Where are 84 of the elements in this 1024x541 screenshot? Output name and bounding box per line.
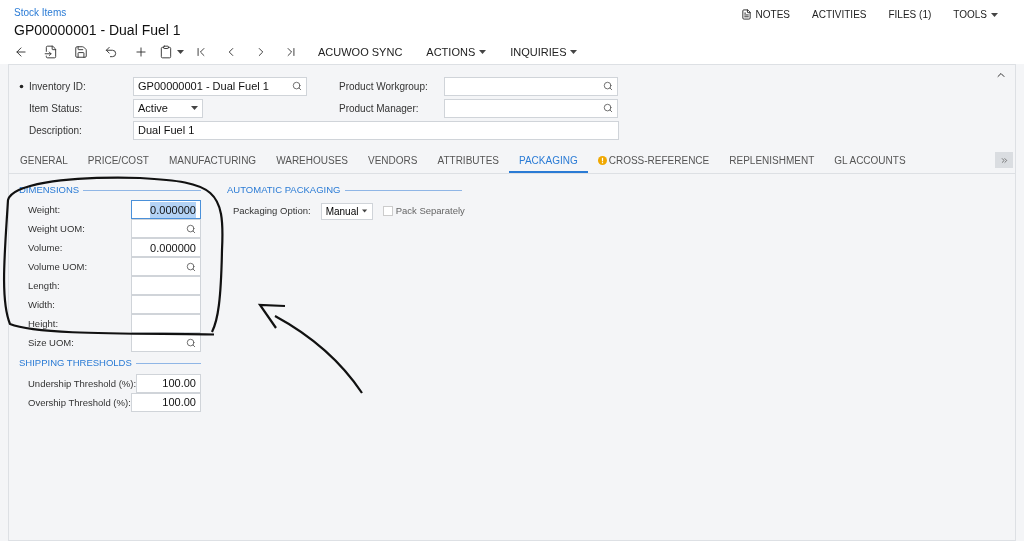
tab[interactable]: VENDORS	[358, 149, 428, 173]
lookup-field[interactable]	[444, 76, 618, 96]
section-title: SHIPPING THRESHOLDS	[19, 356, 132, 371]
more-tabs-button[interactable]	[995, 152, 1013, 168]
lookup-field[interactable]	[131, 257, 201, 277]
page-title: GP00000001 - Dual Fuel 1	[14, 21, 181, 40]
tab[interactable]: REPLENISHMENT	[719, 149, 825, 173]
search-icon	[186, 261, 196, 272]
header-link[interactable]: FILES (1)	[888, 7, 932, 22]
caret-icon	[479, 50, 487, 54]
lookup-field[interactable]	[444, 98, 618, 118]
field-label: Packaging Option:	[233, 204, 311, 219]
caret-icon	[570, 50, 578, 54]
search-icon	[603, 81, 613, 91]
plus-icon	[134, 45, 148, 59]
field-value: 0.000000	[150, 201, 196, 218]
toolbar-button[interactable]: ACUWOO SYNC	[306, 42, 415, 62]
note-icon	[740, 9, 752, 20]
tab[interactable]: GENERAL	[10, 149, 78, 173]
field-label: Volume UOM:	[28, 261, 88, 273]
breadcrumb-link[interactable]: Stock Items	[14, 5, 181, 20]
last-icon	[284, 45, 298, 59]
back-icon	[14, 45, 28, 59]
caret-icon	[176, 50, 184, 54]
field-label: Length:	[28, 280, 60, 292]
field-label: Weight UOM:	[28, 223, 85, 235]
text-field[interactable]: 0.000000	[131, 200, 201, 220]
search-icon	[186, 337, 196, 348]
packaging-dropdown[interactable]: Manual	[320, 202, 373, 220]
field-value: 0.000000	[150, 240, 196, 256]
text-field[interactable]: 100.00	[131, 392, 201, 412]
text-field[interactable]	[131, 314, 201, 334]
field-value: GP00000001 - Dual Fuel 1	[138, 78, 269, 94]
field-value: 100.00	[162, 375, 196, 391]
section-title: AUTOMATIC PACKAGING	[227, 183, 341, 197]
field-value: Active	[138, 100, 168, 116]
clipboard-icon	[158, 45, 173, 59]
search-icon	[186, 223, 196, 234]
toolbar-button[interactable]: INQUIRIES	[498, 42, 590, 62]
text-field[interactable]: 0.000000	[131, 238, 201, 258]
caret-icon	[191, 106, 198, 110]
save-close-icon	[44, 45, 58, 59]
search-icon	[603, 103, 613, 113]
field-label: Product Manager:	[339, 101, 420, 116]
field-label: Weight:	[28, 204, 61, 216]
field-label: Item Status:	[29, 101, 84, 116]
field-label: Overship Threshold (%):	[28, 396, 131, 408]
tab[interactable]: PRICE/COST	[77, 149, 159, 173]
undo-icon	[104, 45, 118, 59]
field-value: 100.00	[162, 394, 196, 410]
header-link[interactable]: ACTIVITIES	[812, 7, 867, 22]
lookup-field[interactable]	[131, 219, 201, 239]
field-label: Size UOM:	[28, 337, 74, 349]
lookup-field[interactable]: GP00000001 - Dual Fuel 1	[133, 76, 307, 96]
tab[interactable]: WAREHOUSES	[266, 149, 359, 173]
tab[interactable]: CROSS-REFERENCE	[587, 149, 720, 173]
tab[interactable]: MANUFACTURING	[158, 149, 267, 173]
field-value: Dual Fuel 1	[138, 122, 195, 138]
header-link[interactable]: TOOLS	[953, 7, 998, 22]
status-dropdown[interactable]: Active	[133, 98, 203, 118]
field-label: Width:	[28, 299, 55, 311]
toolbar-button[interactable]: ACTIONS	[414, 42, 499, 62]
field-label: Product Workgroup:	[339, 79, 429, 94]
field-label: Undership Threshold (%):	[28, 377, 137, 389]
first-icon	[194, 45, 208, 59]
text-field[interactable]	[131, 295, 201, 315]
field-label: Volume:	[28, 242, 63, 254]
caret-icon	[991, 12, 998, 17]
field-label: Inventory ID:	[29, 79, 87, 94]
text-field[interactable]	[131, 276, 201, 296]
field-label: Height:	[28, 318, 59, 330]
search-icon	[292, 81, 302, 91]
caret-icon	[362, 209, 368, 214]
chevrons-icon	[999, 155, 1009, 165]
save-icon	[74, 45, 88, 59]
text-field[interactable]: 100.00	[136, 373, 201, 393]
tab[interactable]: ATTRIBUTES	[427, 149, 509, 173]
text-field[interactable]: Dual Fuel 1	[133, 120, 619, 140]
pack-separately-checkbox[interactable]: Pack Separately	[382, 204, 465, 219]
header-link[interactable]: NOTES	[740, 7, 791, 22]
field-label: Description:	[29, 123, 83, 138]
tab[interactable]: GL ACCOUNTS	[824, 149, 916, 173]
tab[interactable]: PACKAGING	[508, 149, 588, 173]
section-title: DIMENSIONS	[19, 183, 80, 197]
